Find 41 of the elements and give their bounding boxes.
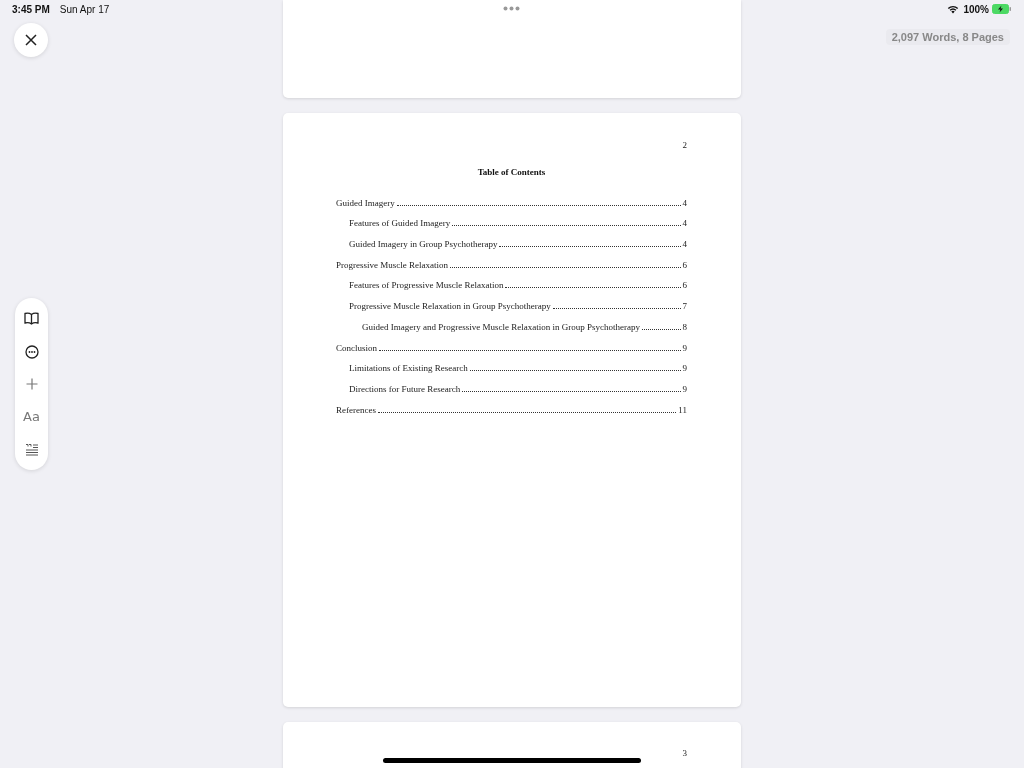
page-number: 2 <box>682 140 687 150</box>
toc-entry: Guided Imagery and Progressive Muscle Relaxation in Group Psychotherapy <box>362 321 640 332</box>
page-number: 9 <box>682 342 687 353</box>
toc-entry: Features of Guided Imagery <box>349 218 451 229</box>
quote-lines-icon <box>24 443 39 457</box>
page-number: 9 <box>682 363 687 374</box>
ellipsis-circle-icon <box>24 344 39 359</box>
page-number: 7 <box>682 301 687 312</box>
toc-entry: References <box>336 404 376 415</box>
status-time: 3:45 PM <box>12 3 50 15</box>
page-number: 6 <box>682 280 687 291</box>
document-heading: Table of Contents <box>477 167 546 177</box>
page-number: 6 <box>682 259 687 270</box>
page-number: 9 <box>682 383 687 394</box>
toc-entry: Features of Progressive Muscle Relaxation <box>349 280 504 291</box>
toc-entry: Limitations of Existing Research <box>349 363 468 374</box>
toc-entry: Guided Imagery <box>336 197 395 208</box>
close-button[interactable] <box>14 23 48 57</box>
leader-line <box>641 328 681 330</box>
battery-level: 100% <box>963 3 989 15</box>
word-count: 2,097 Words, 8 Pages <box>885 29 1010 45</box>
status-date: Sun Apr 17 <box>59 3 110 15</box>
page-number: 4 <box>682 197 687 208</box>
book-icon <box>24 311 39 325</box>
wifi-icon <box>947 4 960 14</box>
toc-entry: Conclusion <box>336 342 377 353</box>
more-button[interactable] <box>22 342 41 361</box>
toc-entry: Directions for Future Research <box>349 383 461 394</box>
multitasking-icon[interactable] <box>503 6 520 11</box>
font-button[interactable]: Aa <box>21 408 42 426</box>
close-icon <box>25 34 37 46</box>
page-number: 11 <box>678 404 687 415</box>
toc-entry: Progressive Muscle Relaxation <box>336 259 448 270</box>
toc-entry: Progressive Muscle Relaxation in Group Psychotherapy <box>349 301 551 312</box>
battery-charging-icon <box>992 4 1012 14</box>
plus-icon <box>25 378 38 391</box>
page-number: 4 <box>682 239 687 250</box>
toc-entry: Guided Imagery in Group Psychotherapy <box>349 239 498 250</box>
page-number: 4 <box>682 218 687 229</box>
page-number: 3 <box>682 748 687 758</box>
page-number: 8 <box>682 321 687 332</box>
